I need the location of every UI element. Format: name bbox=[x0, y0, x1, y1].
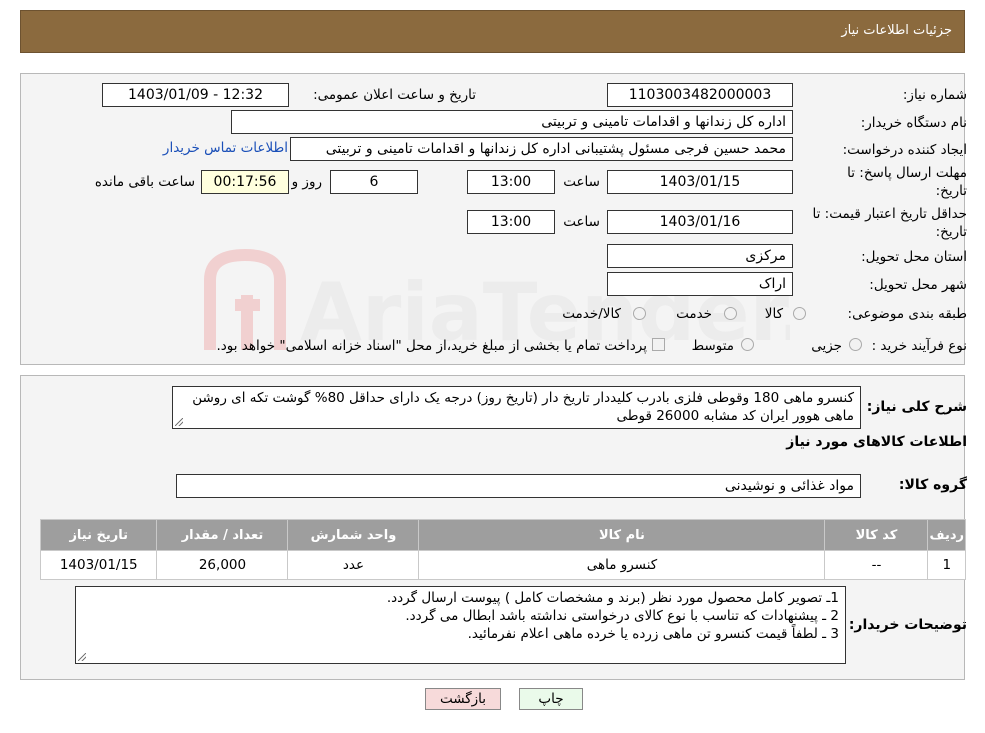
description-textarea: کنسرو ماهی 180 وقوطی فلزی بادرب کلیددار … bbox=[172, 386, 861, 429]
deadline-label-date: تاریخ: bbox=[935, 183, 967, 199]
process-medium-radio[interactable] bbox=[741, 338, 754, 351]
validity-time-label: ساعت bbox=[563, 214, 600, 230]
col-date: تاریخ نیاز bbox=[39, 519, 158, 551]
validity-label-date: تاریخ: bbox=[935, 224, 967, 240]
province-field: مرکزی bbox=[607, 244, 793, 268]
deadline-time-label: ساعت bbox=[563, 174, 600, 190]
description-text: کنسرو ماهی 180 وقوطی فلزی بادرب کلیددار … bbox=[192, 390, 854, 424]
cell-row: 1 bbox=[927, 550, 966, 580]
col-code: کد کالا bbox=[824, 519, 929, 551]
goods-group-label: گروه کالا: bbox=[898, 477, 967, 493]
province-label: استان محل تحویل: bbox=[861, 249, 967, 265]
validity-date-field: 1403/01/16 bbox=[607, 210, 793, 234]
need-number-label: شماره نیاز: bbox=[902, 87, 967, 103]
back-button[interactable]: بازگشت bbox=[425, 688, 501, 710]
category-both-label: کالا/خدمت bbox=[562, 306, 621, 322]
process-small-radio[interactable] bbox=[849, 338, 862, 351]
buyer-notes-label: توضیحات خریدار: bbox=[848, 617, 967, 633]
goods-section-title: اطلاعات کالاهای مورد نیاز bbox=[786, 434, 967, 450]
days-field: 6 bbox=[330, 170, 418, 194]
buyer-note-line: 2 ـ پیشنهادات که تناسب با نوع کالای درخو… bbox=[405, 608, 839, 624]
col-unit: واحد شمارش bbox=[287, 519, 420, 551]
contact-buyer-link[interactable]: اطلاعات تماس خریدار bbox=[163, 140, 288, 156]
page-header: جزئیات اطلاعات نیاز bbox=[20, 10, 965, 53]
validity-label: حداقل تاریخ اعتبار قیمت: تا bbox=[812, 206, 967, 222]
treasury-note: پرداخت تمام یا بخشی از مبلغ خرید،از محل … bbox=[216, 338, 647, 354]
category-both-radio[interactable] bbox=[633, 307, 646, 320]
process-type-label: نوع فرآیند خرید : bbox=[871, 338, 967, 354]
treasury-checkbox[interactable] bbox=[652, 338, 665, 351]
category-service-label: خدمت bbox=[676, 306, 712, 322]
buyer-note-line: 1ـ تصویر کامل محصول مورد نظر (برند و مشخ… bbox=[386, 590, 839, 606]
goods-group-field: مواد غذائی و نوشیدنی bbox=[176, 474, 861, 498]
category-goods-radio[interactable] bbox=[793, 307, 806, 320]
requester-label: ایجاد کننده درخواست: bbox=[842, 142, 967, 158]
cell-qty: 26,000 bbox=[156, 550, 289, 580]
remaining-label: ساعت باقی مانده bbox=[94, 174, 195, 190]
table-row: 1 -- کنسرو ماهی عدد 26,000 1403/01/15 bbox=[39, 550, 966, 580]
buyer-org-label: نام دستگاه خریدار: bbox=[860, 115, 967, 131]
deadline-time-field: 13:00 bbox=[467, 170, 555, 194]
city-label: شهر محل تحویل: bbox=[869, 277, 967, 293]
page-title: جزئیات اطلاعات نیاز bbox=[841, 23, 952, 38]
buyer-notes-textarea: 1ـ تصویر کامل محصول مورد نظر (برند و مشخ… bbox=[75, 586, 846, 664]
cell-code: -- bbox=[824, 550, 929, 580]
cell-name: کنسرو ماهی bbox=[418, 550, 826, 580]
city-field: اراک bbox=[607, 272, 793, 296]
deadline-date-field: 1403/01/15 bbox=[607, 170, 793, 194]
print-button[interactable]: چاپ bbox=[519, 688, 583, 710]
cell-unit: عدد bbox=[287, 550, 420, 580]
category-goods-label: کالا bbox=[764, 306, 783, 322]
process-small-label: جزیی bbox=[811, 338, 842, 354]
need-number-field: 1103003482000003 bbox=[607, 83, 793, 107]
resize-grip-icon[interactable] bbox=[175, 418, 183, 426]
col-row: ردیف bbox=[927, 519, 966, 551]
process-medium-label: متوسط bbox=[691, 338, 734, 354]
category-label: طبقه بندی موضوعی: bbox=[847, 306, 967, 322]
goods-table-header: ردیف کد کالا نام کالا واحد شمارش تعداد /… bbox=[39, 519, 966, 551]
days-label: روز و bbox=[291, 174, 322, 190]
buyer-note-line: 3 ـ لطفاً قیمت کنسرو تن ماهی زرده یا خرد… bbox=[467, 626, 839, 642]
requester-field: محمد حسین فرجی مسئول پشتیبانی اداره کل ز… bbox=[290, 137, 793, 161]
cell-date: 1403/01/15 bbox=[39, 550, 158, 580]
remaining-time-field: 00:17:56 bbox=[201, 170, 289, 194]
category-service-radio[interactable] bbox=[724, 307, 737, 320]
announce-datetime-field: 1403/01/09 - 12:32 bbox=[102, 83, 289, 107]
validity-time-field: 13:00 bbox=[467, 210, 555, 234]
announce-label: تاریخ و ساعت اعلان عمومی: bbox=[313, 87, 476, 103]
col-qty: تعداد / مقدار bbox=[156, 519, 289, 551]
goods-table: ردیف کد کالا نام کالا واحد شمارش تعداد /… bbox=[39, 519, 966, 580]
deadline-label: مهلت ارسال پاسخ: تا bbox=[847, 165, 967, 181]
resize-grip-icon[interactable] bbox=[78, 653, 86, 661]
col-name: نام کالا bbox=[418, 519, 826, 551]
buyer-org-field: اداره کل زندانها و اقدامات تامینی و تربی… bbox=[231, 110, 793, 134]
description-label: شرح کلی نیاز: bbox=[866, 399, 967, 415]
